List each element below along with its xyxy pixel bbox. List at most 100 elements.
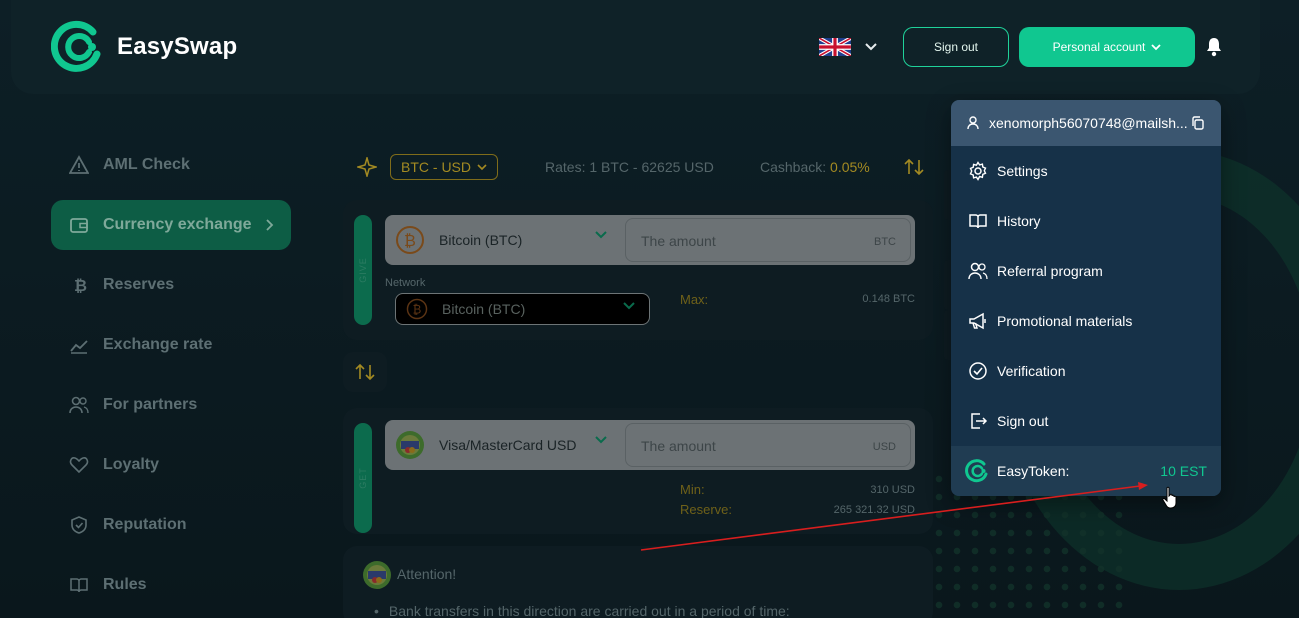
uk-flag-icon	[819, 38, 851, 56]
network-label: Network	[385, 277, 426, 289]
sign-out-button[interactable]: Sign out	[903, 27, 1009, 67]
sidebar-item-exchange-rate[interactable]: Exchange rate	[51, 320, 291, 370]
brand-name: EasySwap	[117, 33, 238, 60]
min-value: 310 USD	[870, 484, 915, 496]
sidebar-item-reputation[interactable]: Reputation	[51, 500, 291, 550]
give-currency-label: Bitcoin (BTC)	[439, 232, 523, 248]
menu-item-verification[interactable]: Verification	[951, 346, 1221, 396]
account-email: xenomorph56070748@mailsh...	[989, 115, 1188, 131]
easytoken-value: 10 EST	[1160, 463, 1207, 479]
menu-item-label: Verification	[997, 363, 1066, 379]
cashback-label: Cashback:	[760, 159, 827, 175]
menu-item-promotional-materials[interactable]: Promotional materials	[951, 296, 1221, 346]
reserve-label: Reserve:	[680, 502, 733, 517]
reserve-value: 265 321.32 USD	[833, 504, 915, 516]
sidebar-item-reserves[interactable]: ₿ Reserves	[51, 260, 291, 310]
sidebar-item-loyalty[interactable]: Loyalty	[51, 440, 291, 490]
menu-item-label: Referral program	[997, 263, 1103, 279]
sidebar-item-label: Loyalty	[103, 456, 160, 473]
book-icon	[967, 210, 989, 232]
logout-icon	[967, 410, 989, 432]
get-amount-unit: USD	[872, 441, 896, 453]
sidebar-item-rules[interactable]: Rules	[51, 560, 291, 610]
sidebar-item-for-partners[interactable]: For partners	[51, 380, 291, 430]
sidebar-nav: AML Check Currency exchange ₿ Reserves E…	[51, 140, 291, 618]
bitcoin-icon: ₿	[69, 275, 89, 295]
sidebar-item-aml-check[interactable]: AML Check	[51, 140, 291, 190]
chevron-down-icon	[477, 163, 487, 170]
menu-item-sign-out[interactable]: Sign out	[951, 396, 1221, 446]
sidebar-item-label: Exchange rate	[103, 336, 213, 353]
sidebar-item-label: AML Check	[103, 156, 190, 173]
exchange-rate-text: Rates: 1 BTC - 62625 USD	[545, 159, 714, 175]
get-tag: GET	[354, 423, 372, 533]
check-circle-icon	[967, 360, 989, 382]
get-tag-label: GET	[358, 467, 369, 489]
get-currency-select[interactable]: Visa/MasterCard USD	[395, 430, 576, 460]
users-icon	[967, 260, 989, 282]
shield-icon	[69, 515, 89, 535]
warning-icon	[69, 155, 89, 175]
sidebar-item-label: Reputation	[103, 516, 187, 533]
bitcoin-coin-icon: ₿	[396, 226, 424, 254]
gear-icon	[967, 160, 989, 182]
menu-item-settings[interactable]: Settings	[951, 146, 1221, 196]
chevron-down-icon[interactable]	[595, 436, 607, 444]
book-icon	[69, 575, 89, 595]
network-value: Bitcoin (BTC)	[442, 301, 526, 317]
sparkle-icon	[357, 157, 377, 177]
sidebar-item-currency-exchange[interactable]: Currency exchange	[51, 200, 291, 250]
easytoken-logo-icon	[965, 459, 988, 483]
chart-line-icon	[69, 335, 89, 355]
brand-logo[interactable]: EasySwap	[51, 20, 237, 74]
svg-text:₿: ₿	[413, 302, 422, 316]
swap-arrows-icon[interactable]	[903, 157, 925, 177]
menu-item-history[interactable]: History	[951, 196, 1221, 246]
get-amount-input[interactable]: The amount USD	[625, 423, 911, 467]
give-amount-input[interactable]: The amount BTC	[625, 218, 911, 262]
get-amount-placeholder: The amount	[641, 438, 716, 454]
get-currency-label: Visa/MasterCard USD	[439, 437, 577, 453]
notification-bell-icon[interactable]	[1205, 37, 1223, 57]
easyswap-logo-icon	[51, 20, 101, 72]
give-currency-select[interactable]: ₿ Bitcoin (BTC)	[395, 225, 522, 255]
attention-notice: Attention! Bank transfers in this direct…	[343, 546, 933, 618]
account-dropdown-menu: xenomorph56070748@mailsh... Settings His…	[951, 100, 1221, 496]
swap-direction-button[interactable]	[343, 352, 387, 392]
personal-account-button[interactable]: Personal account	[1019, 27, 1195, 67]
swap-arrows-icon	[355, 363, 375, 381]
svg-text:₿: ₿	[74, 276, 87, 295]
cashback-value: 0.05%	[830, 159, 870, 175]
sidebar-item-label: Currency exchange	[103, 216, 252, 233]
bitcoin-coin-icon: ₿	[406, 298, 428, 320]
attention-title: Attention!	[397, 566, 457, 582]
max-label: Max:	[680, 292, 709, 307]
easytoken-balance-row[interactable]: EasyToken: 10 EST	[951, 446, 1221, 496]
menu-item-referral-program[interactable]: Referral program	[951, 246, 1221, 296]
easytoken-label: EasyToken:	[997, 463, 1070, 479]
svg-text:₿: ₿	[404, 231, 416, 250]
user-icon	[967, 116, 979, 130]
account-email-row[interactable]: xenomorph56070748@mailsh...	[951, 100, 1221, 146]
personal-account-label: Personal account	[1052, 40, 1146, 54]
heart-icon	[69, 455, 89, 475]
give-tag: GIVE	[354, 215, 372, 325]
copy-icon[interactable]	[1191, 116, 1205, 130]
rates-bar: BTC - USD Rates: 1 BTC - 62625 USD Cashb…	[343, 148, 933, 186]
chevron-down-icon[interactable]	[595, 231, 607, 239]
chevron-down-icon	[1151, 43, 1161, 50]
give-amount-placeholder: The amount	[641, 233, 716, 249]
currency-pair-selector[interactable]: BTC - USD	[390, 154, 498, 180]
language-selector[interactable]	[819, 38, 877, 56]
get-card: GET Visa/MasterCard USD The amount USD M…	[343, 408, 933, 534]
currency-pair-label: BTC - USD	[401, 159, 471, 175]
sidebar-item-label: Reserves	[103, 276, 175, 293]
network-select[interactable]: ₿ Bitcoin (BTC)	[395, 293, 650, 325]
hand-cursor-icon	[1162, 486, 1177, 509]
give-amount-unit: BTC	[874, 236, 896, 248]
attention-text: Bank transfers in this direction are car…	[388, 603, 790, 618]
chevron-down-icon	[865, 43, 877, 51]
give-currency-row: ₿ Bitcoin (BTC) The amount BTC	[385, 215, 915, 265]
wallet-icon	[69, 215, 89, 235]
megaphone-icon	[967, 310, 989, 332]
